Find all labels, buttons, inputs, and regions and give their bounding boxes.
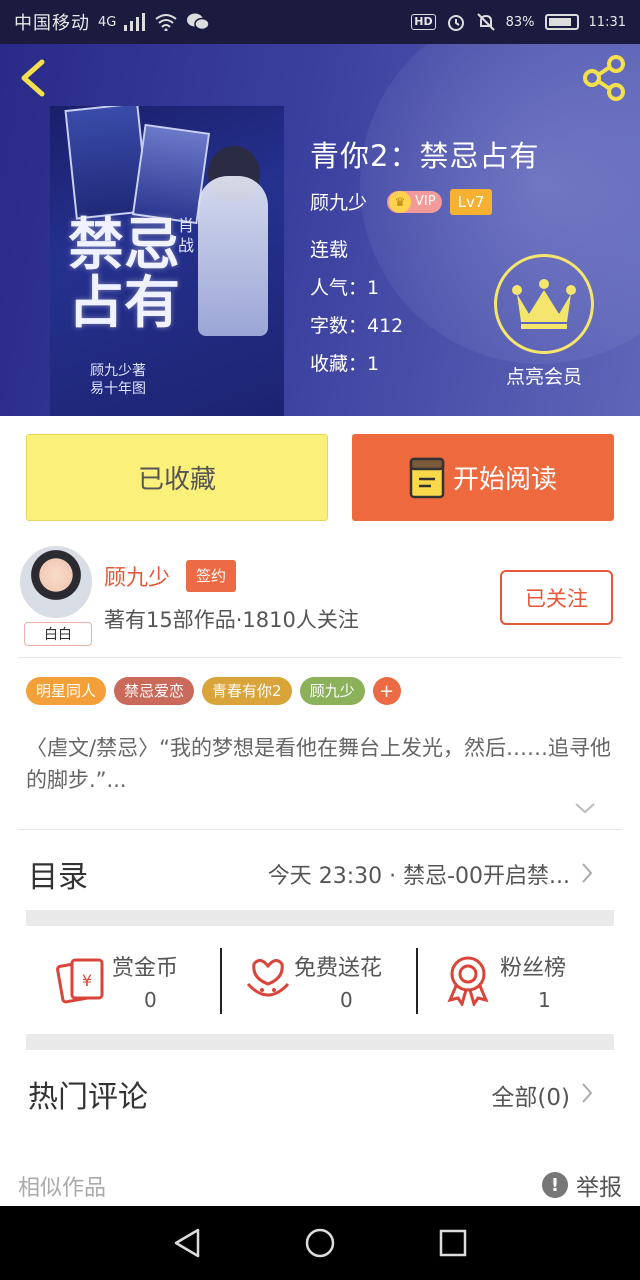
red-envelope-icon: ¥ [56, 958, 104, 1004]
reward-label: 免费送花 [294, 956, 383, 981]
share-icon [583, 55, 625, 101]
add-tag-button[interactable]: + [372, 677, 401, 705]
battery-icon [544, 14, 579, 30]
start-reading-label: 开始阅读 [452, 465, 557, 495]
alarm-icon [446, 12, 466, 32]
square-recents-icon [440, 1229, 467, 1257]
reward-count: 1 [538, 988, 551, 1012]
member-button[interactable]: 点亮会员 [494, 254, 594, 389]
section-separator [26, 1034, 614, 1050]
tag-item[interactable]: 青春有你2 [202, 677, 292, 705]
cover-vertical-text: 肖战 [178, 216, 195, 255]
warning-icon: ! [542, 1172, 568, 1198]
vip-badge: ♛ VIP [387, 190, 442, 213]
report-label: 举报 [576, 1175, 622, 1201]
reward-flowers[interactable]: 免费送花 0 [222, 930, 418, 1030]
member-label: 点亮会员 [505, 366, 582, 388]
signal-icon [124, 13, 146, 31]
book-author-name[interactable]: 顾九少 [310, 188, 367, 215]
chevron-down-icon[interactable] [574, 800, 596, 816]
cover-sub-line: 易十年图 [90, 381, 146, 397]
reward-count: 0 [340, 988, 353, 1012]
cover-author-line: 顾九少著 [90, 363, 146, 379]
reward-coins[interactable]: ¥ 赏金币 0 [26, 930, 222, 1030]
member-ring [494, 254, 594, 354]
report-button[interactable]: ! 举报 [542, 1168, 622, 1202]
vip-label: VIP [415, 194, 436, 209]
tag-item[interactable]: 禁忌爱恋 [114, 677, 195, 705]
tag-item[interactable]: 明星同人 [26, 677, 107, 705]
svg-text:¥: ¥ [82, 971, 92, 990]
page-footer: 相似作品 ! 举报 [0, 1164, 640, 1206]
wechat-icon [186, 12, 211, 32]
nav-recents-button[interactable] [433, 1223, 473, 1263]
start-reading-button[interactable]: 开始阅读 [352, 434, 614, 521]
network-type: 4G [98, 14, 117, 30]
triangle-back-icon [174, 1228, 199, 1258]
circle-home-icon [305, 1228, 335, 1258]
catalog-row[interactable]: 目录 今天 23:30 · 禁忌-00开启禁... [0, 846, 640, 906]
book-author-row: 顾九少 ♛ VIP Lv7 [310, 188, 630, 215]
similar-works-label: 相似作品 [18, 1176, 107, 1201]
chevron-right-icon [582, 863, 593, 883]
chevron-left-icon [21, 59, 45, 97]
divider [18, 657, 622, 658]
reward-label: 赏金币 [112, 956, 179, 981]
author-card: 白白 顾九少 签约 著有15部作品·1810人关注 已关注 [0, 540, 640, 660]
book-description[interactable]: 〈虐文/禁忌〉“我的梦想是看他在舞台上发光，然后……追寻他的脚步.”... [26, 732, 616, 796]
catalog-title: 目录 [28, 860, 88, 895]
reward-row: ¥ 赏金币 0 免费送花 0 粉丝榜 1 [26, 930, 614, 1030]
cover-figure-body [198, 176, 268, 336]
system-nav-bar [0, 1206, 640, 1280]
back-button[interactable] [16, 58, 52, 98]
medal-icon [447, 956, 489, 1006]
crown-icon [512, 279, 576, 329]
share-button[interactable] [580, 54, 628, 102]
collected-button[interactable]: 已收藏 [26, 434, 328, 521]
wifi-icon [154, 13, 178, 31]
book-icon [409, 457, 445, 498]
reward-label: 粉丝榜 [500, 956, 567, 981]
level-badge: Lv7 [449, 188, 493, 215]
all-comments-link[interactable]: 全部(0) [491, 1078, 570, 1112]
reward-fan-rank[interactable]: 粉丝榜 1 [418, 930, 614, 1030]
flower-icon [246, 959, 290, 997]
hot-comments-row[interactable]: 热门评论 全部(0) [0, 1068, 640, 1118]
tag-list: 明星同人 禁忌爱恋 青春有你2 顾九少 + [26, 677, 401, 705]
author-name[interactable]: 顾九少 [104, 560, 170, 592]
book-cover[interactable]: 禁忌占有 肖战 顾九少著 易十年图 [50, 106, 284, 416]
author-avatar[interactable] [20, 546, 92, 618]
section-separator [26, 910, 614, 926]
cover-title: 禁忌占有 [68, 212, 180, 336]
book-header: 禁忌占有 肖战 顾九少著 易十年图 青你2：禁忌占有 顾九少 ♛ VIP Lv7… [0, 44, 640, 416]
mute-icon [476, 12, 496, 32]
signed-badge: 签约 [186, 560, 237, 592]
catalog-latest-chapter: 今天 23:30 · 禁忌-00开启禁... [267, 864, 570, 889]
avatar-tag: 白白 [24, 622, 92, 646]
cover-author: 顾九少著 易十年图 [90, 362, 146, 398]
crown-icon: ♛ [389, 190, 412, 213]
book-title: 青你2：禁忌占有 [310, 139, 540, 173]
nav-home-button[interactable] [300, 1223, 340, 1263]
nav-back-button[interactable] [167, 1223, 207, 1263]
hd-badge: HD [411, 14, 436, 30]
tag-item[interactable]: 顾九少 [299, 677, 365, 705]
hot-comments-title: 热门评论 [28, 1080, 148, 1115]
author-stats: 著有15部作品·1810人关注 [104, 608, 359, 632]
battery-percent: 83% [505, 14, 535, 30]
chevron-right-icon [582, 1083, 593, 1103]
status-bar: 中国移动 4G HD 83% 11:31 [0, 0, 640, 44]
status-time: 11:31 [588, 14, 626, 30]
divider [18, 829, 622, 830]
carrier-name: 中国移动 [14, 13, 90, 34]
follow-button[interactable]: 已关注 [500, 570, 613, 625]
reward-count: 0 [144, 988, 157, 1012]
